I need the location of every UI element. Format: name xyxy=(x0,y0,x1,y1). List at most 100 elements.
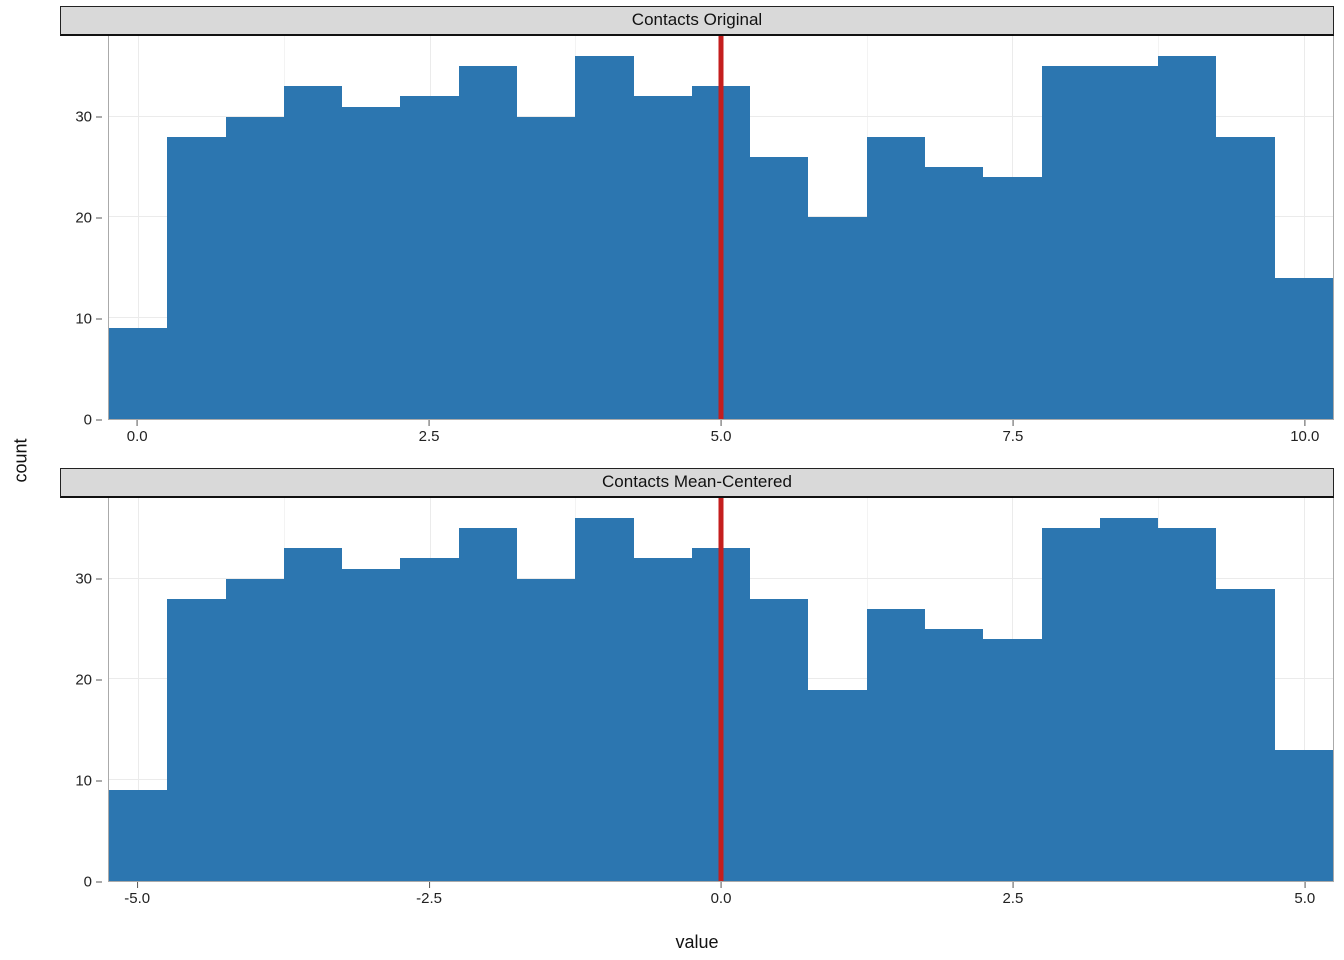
bar xyxy=(634,96,692,419)
x-tick-label: -2.5 xyxy=(416,890,442,907)
bar xyxy=(575,56,633,419)
y-tick: 30 xyxy=(75,108,102,125)
bar xyxy=(1042,66,1100,419)
x-tick: 7.5 xyxy=(1002,420,1023,445)
x-tick-mark xyxy=(720,420,721,426)
mean-vline xyxy=(719,498,724,881)
bar xyxy=(342,569,400,881)
x-tick-mark xyxy=(137,882,138,888)
bar xyxy=(342,107,400,419)
bar xyxy=(400,558,458,881)
x-tick: -5.0 xyxy=(124,882,150,907)
x-tick: 2.5 xyxy=(419,420,440,445)
x-tick-mark xyxy=(720,882,721,888)
bar xyxy=(925,167,983,419)
x-tick-area: -5.0 -2.5 0.0 2.5 5.0 xyxy=(108,882,1334,914)
y-tick-mark xyxy=(96,420,102,421)
bar xyxy=(459,66,517,419)
facet-strip-label: Contacts Original xyxy=(60,6,1334,36)
y-tick: 20 xyxy=(75,671,102,688)
bar xyxy=(284,86,342,419)
x-tick-label: 0.0 xyxy=(711,890,732,907)
x-tick-mark xyxy=(1304,882,1305,888)
bar xyxy=(1158,528,1216,881)
bar xyxy=(167,599,225,881)
facet-0: Contacts Original 0 10 20 30 0.0 2.5 5.0 7.5 10.0 xyxy=(60,6,1334,452)
y-tick: 20 xyxy=(75,209,102,226)
facet-strip-label: Contacts Mean-Centered xyxy=(60,468,1334,498)
y-tick-label: 30 xyxy=(75,108,92,125)
y-tick-label: 0 xyxy=(84,874,92,891)
bar xyxy=(983,639,1041,881)
y-axis-label: count xyxy=(11,438,32,482)
x-tick-label: -5.0 xyxy=(124,890,150,907)
x-tick: 10.0 xyxy=(1290,420,1319,445)
x-tick: 5.0 xyxy=(1294,882,1315,907)
x-tick: -2.5 xyxy=(416,882,442,907)
x-tick-label: 10.0 xyxy=(1290,428,1319,445)
y-tick-mark xyxy=(96,217,102,218)
x-tick-area: 0.0 2.5 5.0 7.5 10.0 xyxy=(108,420,1334,452)
y-tick-mark xyxy=(96,318,102,319)
y-tick: 10 xyxy=(75,772,102,789)
x-tick: 5.0 xyxy=(711,420,732,445)
y-tick-column: 0102030 xyxy=(60,36,108,420)
bar xyxy=(109,328,167,419)
x-tick: 2.5 xyxy=(1002,882,1023,907)
bar xyxy=(400,96,458,419)
panel-row: 0102030 xyxy=(60,498,1334,882)
bar xyxy=(1275,278,1333,419)
facet-plot: count value Contacts Original 0 10 20 30 0.0 2… xyxy=(0,0,1344,960)
x-tick-row: -5.0 -2.5 0.0 2.5 5.0 xyxy=(60,882,1334,914)
y-tick-mark xyxy=(96,679,102,680)
bar xyxy=(167,137,225,419)
bar xyxy=(808,217,866,419)
panel-row: 0102030 xyxy=(60,36,1334,420)
x-tick-mark xyxy=(1304,420,1305,426)
bar xyxy=(1042,528,1100,881)
bar xyxy=(109,790,167,881)
y-tick: 0 xyxy=(84,412,102,429)
x-tick-label: 7.5 xyxy=(1002,428,1023,445)
bar xyxy=(284,548,342,881)
bar xyxy=(1216,589,1274,881)
bar xyxy=(517,579,575,881)
bar xyxy=(867,137,925,419)
x-tick: 0.0 xyxy=(711,882,732,907)
bar xyxy=(1158,56,1216,419)
plot-panel xyxy=(108,36,1334,420)
y-tick: 10 xyxy=(75,310,102,327)
y-axis-label-container: count xyxy=(6,0,36,920)
bar xyxy=(459,528,517,881)
x-tick-label: 0.0 xyxy=(127,428,148,445)
bar xyxy=(226,579,284,881)
x-tick-label: 5.0 xyxy=(1294,890,1315,907)
x-axis-label: value xyxy=(675,932,718,953)
bar xyxy=(226,117,284,419)
bar xyxy=(925,629,983,881)
y-tick: 0 xyxy=(84,874,102,891)
bar xyxy=(1275,750,1333,881)
y-tick-label: 20 xyxy=(75,671,92,688)
x-tick-mark xyxy=(1012,420,1013,426)
facet-1: Contacts Mean-Centered 0 10 20 30 -5.0 -2.5 0.0… xyxy=(60,468,1334,914)
bar xyxy=(750,599,808,881)
bar xyxy=(634,558,692,881)
y-tick-mark xyxy=(96,882,102,883)
bar xyxy=(575,518,633,881)
bar xyxy=(983,177,1041,419)
x-tick-label: 5.0 xyxy=(711,428,732,445)
y-tick-label: 10 xyxy=(75,772,92,789)
x-tick-mark xyxy=(1012,882,1013,888)
y-tick-column: 0102030 xyxy=(60,498,108,882)
bar xyxy=(517,117,575,419)
y-tick-label: 30 xyxy=(75,570,92,587)
y-tick-label: 10 xyxy=(75,310,92,327)
bar xyxy=(808,690,866,882)
x-tick-mark xyxy=(429,882,430,888)
mean-vline xyxy=(719,36,724,419)
bar xyxy=(1100,518,1158,881)
y-tick-label: 0 xyxy=(84,412,92,429)
bar xyxy=(867,609,925,881)
bar xyxy=(1100,66,1158,419)
